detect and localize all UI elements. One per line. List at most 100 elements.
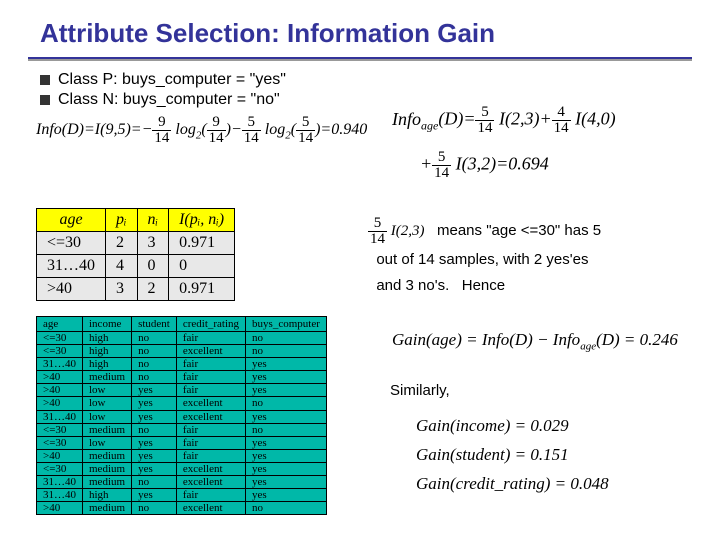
cell: >40 (37, 397, 83, 410)
bullet-square-icon (40, 95, 50, 105)
ni-header: nᵢ (137, 209, 169, 232)
cell: yes (132, 489, 177, 502)
cell: 2 (106, 232, 138, 255)
cell: 0.971 (169, 232, 235, 255)
cell: fair (176, 423, 245, 436)
cell: yes (246, 436, 327, 449)
cell: no (132, 502, 177, 515)
cell: medium (83, 462, 132, 475)
info-age-formula-line1: Infoage(D)=514 I(2,3)+414 I(4,0) (392, 105, 616, 136)
cell: medium (83, 502, 132, 515)
cell: no (246, 332, 327, 345)
cell: no (132, 345, 177, 358)
col-header: credit_rating (176, 317, 245, 332)
explanation-text: 514 I(2,3) means "age <=30" has 5 out of… (368, 216, 601, 298)
gain-credit: Gain(credit_rating) = 0.048 (416, 470, 609, 499)
cell: fair (176, 489, 245, 502)
cell: low (83, 410, 132, 423)
cell: >40 (37, 449, 83, 462)
cell: fair (176, 358, 245, 371)
cell: fair (176, 332, 245, 345)
gain-income: Gain(income) = 0.029 (416, 412, 609, 441)
col-header: age (37, 317, 83, 332)
cell: yes (246, 384, 327, 397)
gain-other-formulas: Gain(income) = 0.029 Gain(student) = 0.1… (416, 412, 609, 499)
cell: no (132, 423, 177, 436)
cell: <=30 (37, 232, 106, 255)
cell: excellent (176, 345, 245, 358)
cell: 0 (169, 255, 235, 278)
cell: yes (246, 489, 327, 502)
cell: high (83, 345, 132, 358)
cell: <=30 (37, 345, 83, 358)
cell: yes (246, 358, 327, 371)
bullet-item: Class N: buys_computer = "no" (40, 91, 720, 109)
cell: 31…40 (37, 410, 83, 423)
cell: fair (176, 371, 245, 384)
cell: 31…40 (37, 255, 106, 278)
age-summary-table: age pᵢ nᵢ I(pᵢ, nᵢ) <=30230.971 31…40400… (36, 208, 235, 301)
cell: excellent (176, 410, 245, 423)
col-header: income (83, 317, 132, 332)
training-data-table: age income student credit_rating buys_co… (36, 316, 327, 515)
cell: yes (132, 397, 177, 410)
cell: yes (132, 436, 177, 449)
info-age-formula-line2: +514 I(3,2)=0.694 (420, 150, 549, 181)
cell: 2 (137, 278, 169, 301)
cell: >40 (37, 502, 83, 515)
cell: <=30 (37, 436, 83, 449)
bullet-text: Class N: buys_computer = "no" (58, 91, 280, 109)
cell: low (83, 397, 132, 410)
cell: no (132, 358, 177, 371)
cell: low (83, 384, 132, 397)
cell: 0.971 (169, 278, 235, 301)
cell: no (246, 423, 327, 436)
cell: 31…40 (37, 489, 83, 502)
cell: high (83, 358, 132, 371)
cell: <=30 (37, 423, 83, 436)
bullet-square-icon (40, 75, 50, 85)
gain-student: Gain(student) = 0.151 (416, 441, 609, 470)
cell: no (246, 345, 327, 358)
cell: yes (246, 462, 327, 475)
cell: medium (83, 423, 132, 436)
cell: excellent (176, 397, 245, 410)
bullet-list: Class P: buys_computer = "yes" Class N: … (0, 71, 720, 109)
cell: no (132, 371, 177, 384)
cell: >40 (37, 384, 83, 397)
cell: yes (246, 371, 327, 384)
cell: yes (132, 449, 177, 462)
cell: 3 (137, 232, 169, 255)
cell: no (246, 397, 327, 410)
cell: <=30 (37, 332, 83, 345)
cell: no (132, 476, 177, 489)
col-header: buys_computer (246, 317, 327, 332)
cell: 3 (106, 278, 138, 301)
cell: 31…40 (37, 476, 83, 489)
pi-header: pᵢ (106, 209, 138, 232)
cell: excellent (176, 476, 245, 489)
cell: >40 (37, 371, 83, 384)
similarly-label: Similarly, (390, 382, 450, 399)
gain-age-formula: Gain(age) = Info(D) − Infoage(D) = 0.246 (392, 330, 678, 352)
info-d-formula: Info(D)=I(9,5)=−914 log2(914)−514 log2(5… (36, 115, 720, 146)
cell: high (83, 332, 132, 345)
cell: <=30 (37, 462, 83, 475)
cell: >40 (37, 278, 106, 301)
cell: yes (132, 410, 177, 423)
cell: yes (132, 384, 177, 397)
cell: fair (176, 436, 245, 449)
cell: 31…40 (37, 358, 83, 371)
cell: excellent (176, 502, 245, 515)
cell: 0 (137, 255, 169, 278)
cell: medium (83, 371, 132, 384)
cell: fair (176, 449, 245, 462)
title-underline (28, 57, 692, 61)
bullet-text: Class P: buys_computer = "yes" (58, 71, 286, 89)
cell: yes (246, 449, 327, 462)
slide-title: Attribute Selection: Information Gain (0, 0, 720, 57)
ipini-header: I(pᵢ, nᵢ) (169, 209, 235, 232)
bullet-item: Class P: buys_computer = "yes" (40, 71, 720, 89)
cell: medium (83, 449, 132, 462)
cell: medium (83, 476, 132, 489)
